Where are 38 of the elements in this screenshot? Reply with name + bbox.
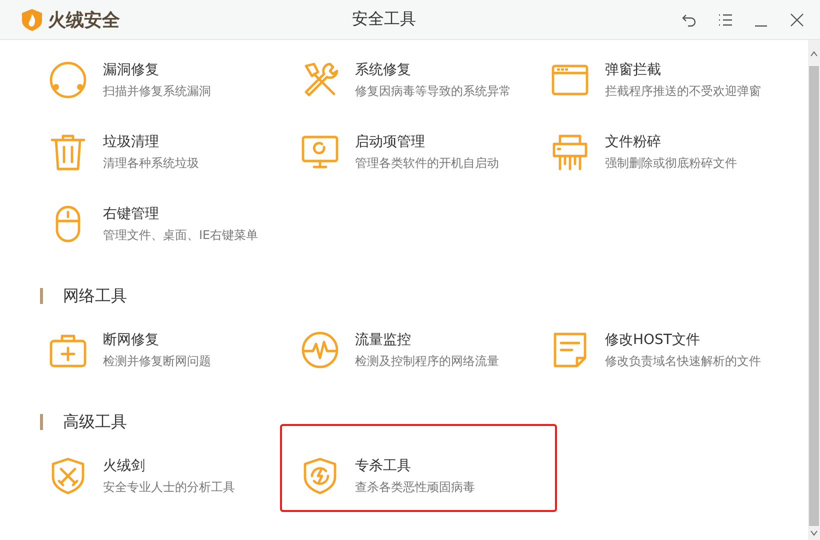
flame-shield-logo — [22, 8, 42, 30]
tool-description: 管理各类软件的开机自启动 — [355, 154, 499, 172]
tool-description: 扫描并修复系统漏洞 — [103, 82, 211, 100]
tool-name[interactable]: 右键管理 — [103, 204, 258, 222]
shredder-icon[interactable] — [550, 132, 590, 172]
tool-description: 强制删除或彻底粉碎文件 — [605, 154, 737, 172]
tool-description: 清理各种系统垃圾 — [103, 154, 199, 172]
tool-name[interactable]: 流量监控 — [355, 330, 499, 348]
section-title: 网络工具 — [40, 288, 127, 304]
tool-description: 拦截程序推送的不受欢迎弹窗 — [605, 82, 761, 100]
tool-description: 修改负责域名快速解析的文件 — [605, 352, 761, 370]
tool-name[interactable]: 修改HOST文件 — [605, 330, 761, 348]
tool-description: 查杀各类恶性顽固病毒 — [355, 478, 475, 496]
app-name: 火绒安全 — [48, 8, 120, 32]
pulse-icon[interactable] — [300, 330, 340, 370]
tool-name[interactable]: 断网修复 — [103, 330, 211, 348]
tool-name[interactable]: 系统修复 — [355, 60, 511, 78]
scrollbar[interactable] — [808, 40, 820, 540]
undo-arrow-icon — [682, 12, 696, 26]
tool-name[interactable]: 启动项管理 — [355, 132, 499, 150]
tool-description: 安全专业人士的分析工具 — [103, 478, 235, 496]
minimize-icon — [754, 24, 768, 26]
close-icon — [790, 12, 804, 26]
tool-name[interactable]: 弹窗拦截 — [605, 60, 761, 78]
list-icon — [718, 14, 732, 26]
tool-name[interactable]: 文件粉碎 — [605, 132, 737, 150]
window-title: 安全工具 — [352, 9, 417, 30]
tool-name[interactable]: 漏洞修复 — [103, 60, 211, 78]
tool-name[interactable]: 专杀工具 — [355, 456, 475, 474]
tool-description: 检测及控制程序的网络流量 — [355, 352, 499, 370]
tool-description: 管理文件、桌面、IE右键菜单 — [103, 226, 258, 244]
tool-name[interactable]: 垃圾清理 — [103, 132, 199, 150]
tool-description: 修复因病毒等导致的系统异常 — [355, 82, 511, 100]
section-title: 高级工具 — [40, 414, 127, 430]
tool-name[interactable]: 火绒剑 — [103, 456, 235, 474]
trash-icon[interactable] — [48, 132, 88, 172]
close-button[interactable] — [788, 10, 806, 28]
tool-description: 检测并修复断网问题 — [103, 352, 211, 370]
